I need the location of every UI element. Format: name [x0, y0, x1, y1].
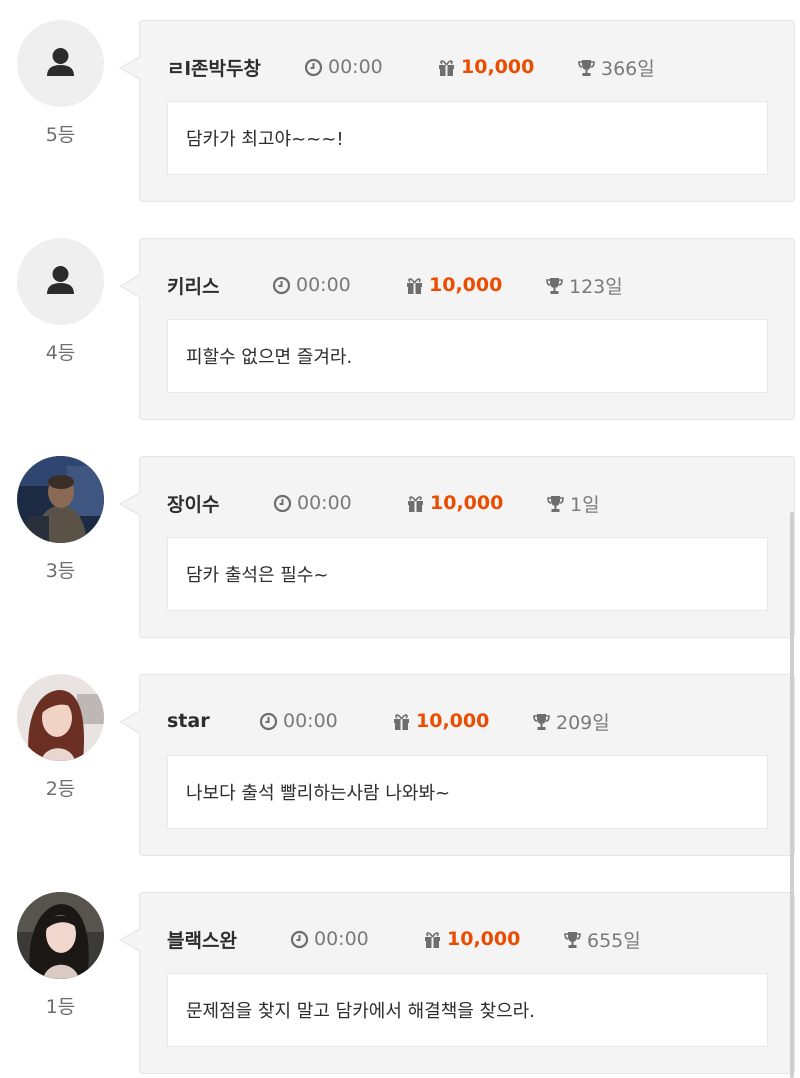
rank-label: 1등 [45, 996, 76, 1018]
clock-icon [273, 494, 292, 512]
points-value: 10,000 [416, 710, 490, 732]
time-value: 00:00 [328, 56, 383, 78]
comment-message: 문제점을 찾지 말고 담카에서 해결책을 찾으라. [167, 973, 768, 1047]
clock-icon [290, 930, 309, 948]
comment-card: 블랙스완 00:00 10,000 655일 문제점을 찾지 말고 담카에서 해… [119, 892, 795, 1074]
nickname[interactable]: 장이수 [167, 490, 273, 517]
list-item: 3등 장이수 00:00 10,000 1일 담카 출석은 필수~ [0, 456, 800, 640]
days: 366일 [577, 54, 655, 81]
comment-message: 담카가 최고야~~~! [167, 101, 768, 175]
trophy-icon [564, 931, 581, 948]
time: 00:00 [272, 274, 405, 296]
days-value: 655일 [587, 929, 641, 952]
rank-label: 3등 [45, 560, 76, 582]
days: 655일 [563, 926, 641, 953]
time-value: 00:00 [314, 928, 369, 950]
avatar[interactable] [17, 20, 104, 107]
nickname[interactable]: star [167, 710, 259, 732]
scrollbar[interactable] [790, 512, 794, 1078]
comment-message: 담카 출석은 필수~ [167, 537, 768, 611]
days-value: 1일 [570, 493, 600, 516]
profile-photo [17, 892, 104, 979]
points: 10,000 [406, 492, 546, 514]
points: 10,000 [437, 56, 577, 78]
days: 1일 [546, 490, 600, 517]
comment-message: 나보다 출석 빨리하는사람 나와봐~ [167, 755, 768, 829]
time: 00:00 [259, 710, 392, 732]
list-item: 2등 star 00:00 10,000 209일 나보다 출석 빨리하는사람 … [0, 674, 800, 858]
rank-label: 5등 [45, 124, 76, 146]
avatar[interactable] [17, 674, 104, 761]
time: 00:00 [290, 928, 423, 950]
attendance-list: 5등 ㄹl존박두창 00:00 10,000 366일 담카가 최고야~~~! [0, 0, 800, 1078]
days-value: 209일 [556, 711, 610, 734]
gift-icon [408, 495, 423, 512]
user-icon [47, 266, 74, 294]
gift-icon [425, 931, 440, 948]
trophy-icon [578, 59, 595, 76]
comment-meta: 키리스 00:00 10,000 123일 [167, 271, 623, 299]
avatar[interactable] [17, 238, 104, 325]
points-value: 10,000 [461, 56, 535, 78]
gift-icon [439, 59, 454, 76]
points: 10,000 [392, 710, 532, 732]
gift-icon [394, 713, 409, 730]
days-value: 123일 [569, 275, 623, 298]
trophy-icon [546, 277, 563, 294]
nickname[interactable]: 블랙스완 [167, 926, 290, 953]
comment-meta: ㄹl존박두창 00:00 10,000 366일 [167, 53, 655, 81]
comment-card: ㄹl존박두창 00:00 10,000 366일 담카가 최고야~~~! [119, 20, 795, 202]
rank-label: 4등 [45, 342, 76, 364]
nickname[interactable]: 키리스 [167, 272, 272, 299]
points-value: 10,000 [447, 928, 521, 950]
comment-meta: 장이수 00:00 10,000 1일 [167, 489, 600, 517]
gift-icon [407, 277, 422, 294]
points: 10,000 [423, 928, 563, 950]
time: 00:00 [273, 492, 406, 514]
nickname[interactable]: ㄹl존박두창 [167, 54, 304, 81]
time-value: 00:00 [297, 492, 352, 514]
clock-icon [259, 712, 278, 730]
time-value: 00:00 [296, 274, 351, 296]
points: 10,000 [405, 274, 545, 296]
comment-message: 피할수 없으면 즐겨라. [167, 319, 768, 393]
time-value: 00:00 [283, 710, 338, 732]
list-item: 1등 블랙스완 00:00 10,000 655일 문제점을 찾지 말고 담카에… [0, 892, 800, 1076]
days: 123일 [545, 272, 623, 299]
trophy-icon [533, 713, 550, 730]
list-item: 5등 ㄹl존박두창 00:00 10,000 366일 담카가 최고야~~~! [0, 20, 800, 204]
profile-photo [17, 674, 104, 761]
points-value: 10,000 [429, 274, 503, 296]
clock-icon [304, 58, 323, 76]
avatar[interactable] [17, 892, 104, 979]
comment-card: star 00:00 10,000 209일 나보다 출석 빨리하는사람 나와봐… [119, 674, 795, 856]
list-item: 4등 키리스 00:00 10,000 123일 피할수 없으면 즐겨라. [0, 238, 800, 422]
days: 209일 [532, 708, 610, 735]
comment-meta: star 00:00 10,000 209일 [167, 707, 610, 735]
rank-label: 2등 [45, 778, 76, 800]
days-value: 366일 [601, 57, 655, 80]
comment-meta: 블랙스완 00:00 10,000 655일 [167, 925, 641, 953]
user-icon [47, 48, 74, 76]
comment-card: 장이수 00:00 10,000 1일 담카 출석은 필수~ [119, 456, 795, 638]
points-value: 10,000 [430, 492, 504, 514]
profile-photo [17, 456, 104, 543]
time: 00:00 [304, 56, 437, 78]
clock-icon [272, 276, 291, 294]
comment-card: 키리스 00:00 10,000 123일 피할수 없으면 즐겨라. [119, 238, 795, 420]
trophy-icon [547, 495, 564, 512]
avatar[interactable] [17, 456, 104, 543]
